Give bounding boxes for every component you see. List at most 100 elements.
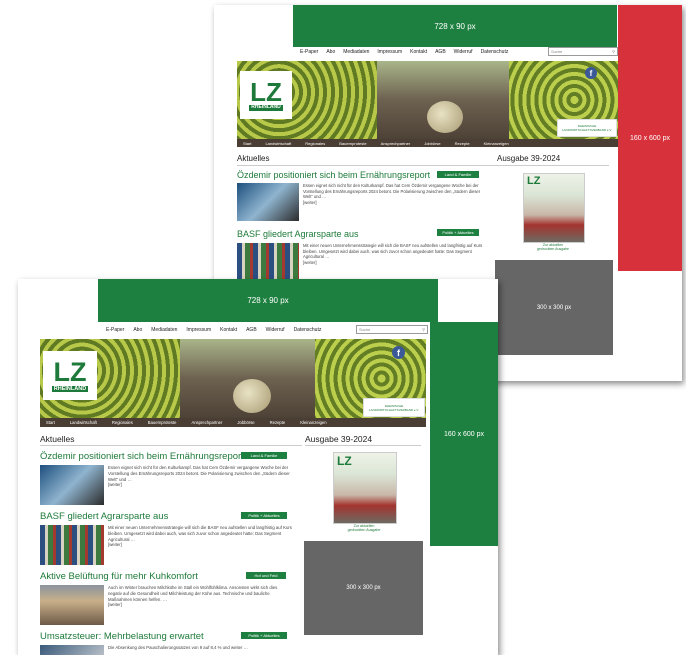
article-thumbnail[interactable] [40, 585, 104, 625]
nav-item[interactable]: Widerruf [266, 327, 285, 333]
category-item[interactable]: Start [46, 420, 55, 425]
magazine-caption[interactable]: Zur aktuellen gedruckten Ausgabe [329, 524, 399, 533]
search-icon[interactable]: ⚲ [612, 49, 615, 54]
article-teaser-text: Die Absenkung des Pauschalierungssatzes … [108, 645, 248, 650]
article-tag[interactable]: Politik + Aktuelles [437, 229, 479, 236]
more-link[interactable]: [weiter] [108, 602, 122, 607]
category-item[interactable]: Kleinanzeigen [300, 420, 326, 425]
article-teaser-text: Mit einer neuen Unternehmensstrategie wi… [303, 243, 483, 260]
facebook-icon[interactable]: f [585, 67, 597, 79]
article-title[interactable]: Özdemir positioniert sich beim Ernährung… [237, 170, 430, 180]
article-title[interactable]: Umsatzsteuer: Mehrbelastung erwartet [40, 631, 204, 642]
partner-logo[interactable]: RHEINISCHE LANDWIRTSCHAFTSVERBAND e.V. [557, 119, 617, 137]
top-nav: E-Paper Abo Mediadaten Impressum Kontakt… [106, 325, 321, 335]
article-tag[interactable]: Land & Familie [241, 452, 287, 459]
article-tag[interactable]: Hof und Feld [246, 572, 286, 579]
nav-item[interactable]: AGB [246, 327, 257, 333]
skyscraper-ad[interactable]: 160 x 600 px [430, 322, 498, 546]
nav-item[interactable]: Kontakt [220, 327, 237, 333]
article-teaser: Essen eignet sich nicht für den Kulturka… [303, 183, 483, 206]
article-tag[interactable]: Land & Familie [437, 171, 479, 178]
category-item[interactable]: Bauernproteste [339, 141, 366, 146]
article-tag[interactable]: Politik + Aktuelles [241, 512, 287, 519]
category-item[interactable]: Landwirtschaft [265, 141, 291, 146]
article-tag[interactable]: Politik + Aktuelles [241, 632, 287, 639]
logo-lz: LZ [53, 356, 87, 387]
search-icon[interactable]: ⚲ [422, 327, 425, 332]
article-thumbnail[interactable] [237, 183, 299, 221]
article-thumbnail[interactable] [40, 645, 104, 655]
search-input[interactable]: Suche ⚲ [356, 325, 428, 334]
article-thumbnail[interactable] [237, 243, 299, 281]
issue-title: Ausgabe 39-2024 [305, 434, 373, 444]
partner-logo[interactable]: RHEINISCHE LANDWIRTSCHAFTSVERBAND e.V. [363, 398, 425, 417]
article-teaser-text: Auch im Winter brauchen Milchkühe im Sta… [108, 585, 278, 602]
article-teaser: Die Absenkung des Pauschalierungssatzes … [108, 645, 292, 651]
category-item[interactable]: Ansprechpartner [381, 141, 411, 146]
nav-item[interactable]: E-Paper [300, 49, 318, 55]
category-item[interactable]: Jobbörse [237, 420, 254, 425]
top-nav: E-Paper Abo Mediadaten Impressum Kontakt… [300, 47, 508, 57]
category-item[interactable]: Landwirtschaft [70, 420, 97, 425]
category-item[interactable]: Regionales [112, 420, 133, 425]
leaderboard-ad-label: 728 x 90 px [434, 21, 476, 31]
more-link[interactable]: [weiter] [108, 482, 122, 487]
leaderboard-ad[interactable]: 728 x 90 px [293, 5, 617, 47]
nav-item[interactable]: Abo [133, 327, 142, 333]
nav-item[interactable]: Impressum [377, 49, 402, 55]
more-link[interactable]: [weiter] [303, 200, 317, 205]
article-teaser: Mit einer neuen Unternehmensstrategie wi… [303, 243, 483, 266]
nav-item[interactable]: Widerruf [454, 49, 473, 55]
article-teaser: Essen eignet sich nicht für den Kulturka… [108, 465, 292, 488]
article-title[interactable]: Aktive Belüftung für mehr Kuhkomfort [40, 571, 198, 582]
category-item[interactable]: Ansprechpartner [191, 420, 222, 425]
category-item[interactable]: Kleinanzeigen [484, 141, 509, 146]
article-title[interactable]: BASF gliedert Agrarsparte aus [40, 511, 168, 522]
rectangle-ad[interactable]: 300 x 300 px [495, 260, 613, 355]
category-item[interactable]: Rezepte [270, 420, 286, 425]
nav-item[interactable]: AGB [435, 49, 446, 55]
article-title[interactable]: BASF gliedert Agrarsparte aus [237, 229, 359, 239]
rectangle-ad-label: 300 x 300 px [536, 304, 572, 311]
logo-lz: LZ [250, 77, 282, 108]
section-title: Aktuelles [237, 154, 270, 163]
leaderboard-ad-label: 728 x 90 px [247, 296, 289, 305]
article-teaser-text: Mit einer neuen Unternehmensstrategie wi… [108, 525, 292, 542]
skyscraper-ad[interactable]: 160 x 600 px [618, 5, 682, 271]
category-item[interactable]: Regionales [305, 141, 325, 146]
more-link[interactable]: [weiter] [303, 260, 317, 265]
magazine-caption[interactable]: Zur aktuellen gedruckten Ausgabe [519, 243, 587, 251]
nav-item[interactable]: Kontakt [410, 49, 427, 55]
nav-item[interactable]: E-Paper [106, 327, 124, 333]
nav-item[interactable]: Impressum [186, 327, 211, 333]
header-banner: LZ RHEINLAND f RHEINISCHE LANDWIRTSCHAFT… [40, 339, 426, 418]
magazine-cover[interactable]: LZ [333, 452, 397, 524]
article-thumbnail[interactable] [40, 465, 104, 505]
logo-region: RHEINLAND [249, 104, 283, 111]
category-item[interactable]: Jobbörse [424, 141, 440, 146]
rectangle-ad[interactable]: 300 x 300 px [304, 541, 423, 635]
article-teaser-text: Essen eignet sich nicht für den Kulturka… [108, 465, 290, 482]
nav-item[interactable]: Abo [326, 49, 335, 55]
nav-item[interactable]: Mediadaten [343, 49, 369, 55]
facebook-icon[interactable]: f [392, 346, 405, 359]
nav-item[interactable]: Mediadaten [151, 327, 177, 333]
more-link[interactable]: [weiter] [108, 542, 122, 547]
article-thumbnail[interactable] [40, 525, 104, 565]
logo-region: RHEINLAND [51, 385, 89, 393]
leaderboard-ad[interactable]: 728 x 90 px [98, 279, 438, 322]
article-teaser: Auch im Winter brauchen Milchkühe im Sta… [108, 585, 292, 608]
magazine-cover[interactable]: LZ [523, 173, 585, 243]
category-item[interactable]: Start [243, 141, 251, 146]
site-logo[interactable]: LZ RHEINLAND [240, 71, 292, 119]
nav-item[interactable]: Datenschutz [294, 327, 322, 333]
nav-item[interactable]: Datenschutz [481, 49, 509, 55]
search-input[interactable]: Suche ⚲ [548, 47, 618, 56]
category-item[interactable]: Bauernproteste [148, 420, 177, 425]
category-item[interactable]: Rezepte [455, 141, 470, 146]
article-teaser-text: Essen eignet sich nicht für den Kulturka… [303, 183, 481, 200]
site-logo[interactable]: LZ RHEINLAND [43, 351, 97, 400]
section-title: Aktuelles [40, 434, 75, 444]
article-title[interactable]: Özdemir positioniert sich beim Ernährung… [40, 451, 244, 462]
category-bar: Start Landwirtschaft Regionales Bauernpr… [237, 139, 618, 147]
